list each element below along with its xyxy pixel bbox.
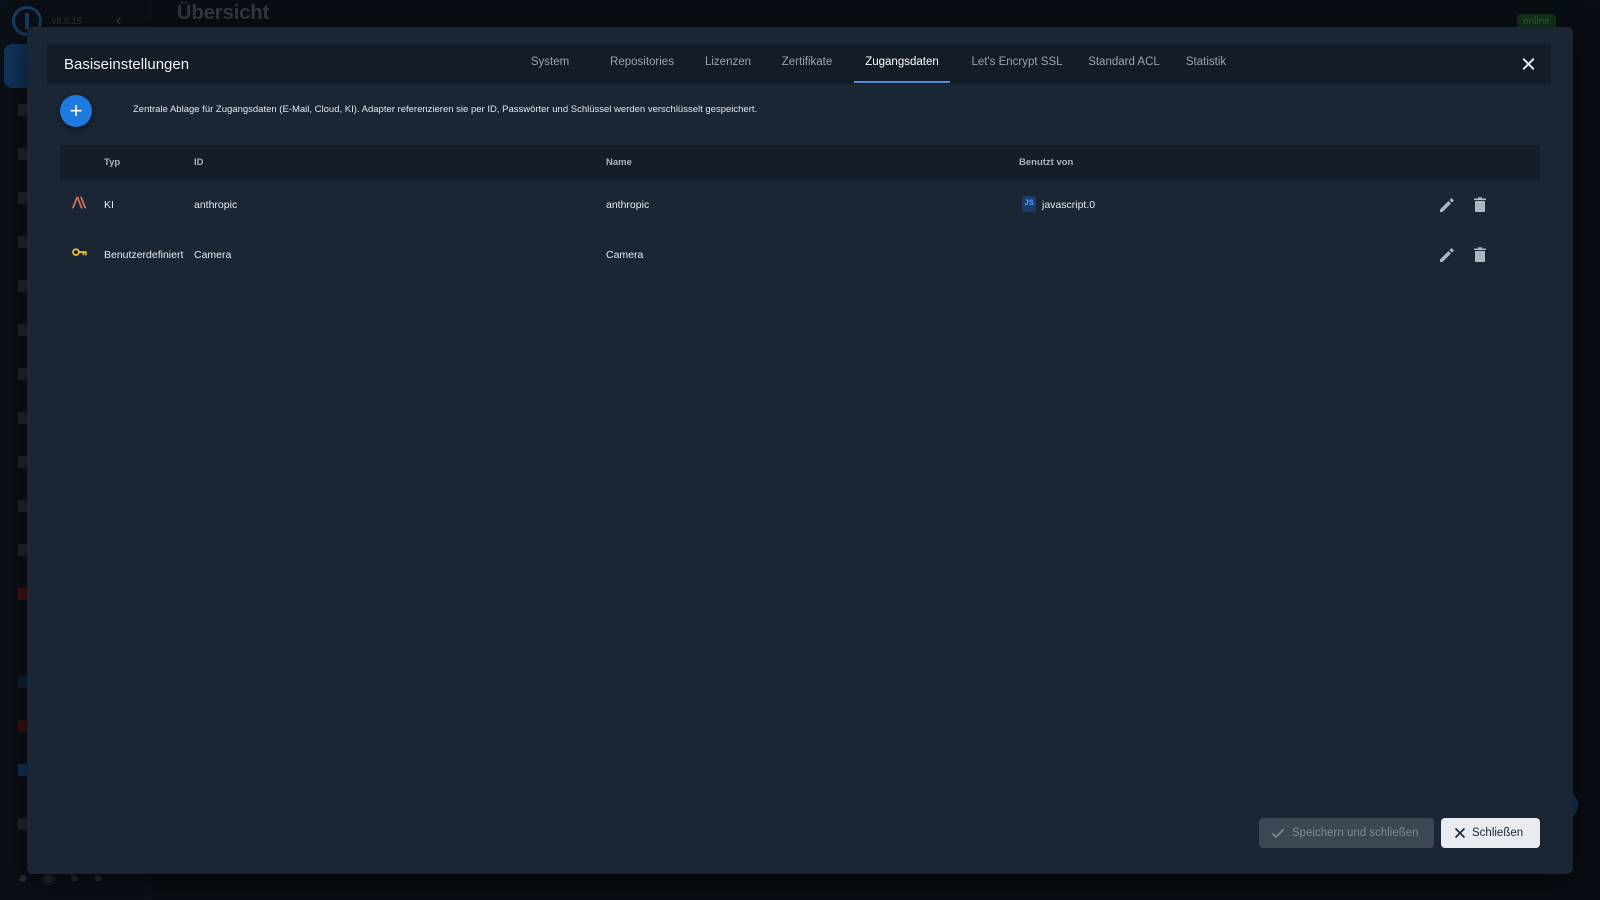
javascript-icon: JS <box>1022 196 1036 212</box>
close-button[interactable]: Schließen <box>1441 818 1540 848</box>
tab-standard-acl[interactable]: Standard ACL <box>1079 44 1169 81</box>
tab-zertifikate[interactable]: Zertifikate <box>767 44 847 81</box>
info-text: Zentrale Ablage für Zugangsdaten (E-Mail… <box>133 104 758 115</box>
save-and-close-button[interactable]: Speichern und schließen <box>1259 818 1434 848</box>
tab-statistik[interactable]: Statistik <box>1171 44 1241 81</box>
cell-name: Camera <box>606 249 644 261</box>
tab-zugangsdaten[interactable]: Zugangsdaten <box>854 44 950 83</box>
tab-bar: System Repositories Lizenzen Zertifikate… <box>47 44 1551 84</box>
check-icon <box>1271 828 1285 839</box>
close-icon[interactable] <box>1517 52 1541 76</box>
save-and-close-label: Speichern und schließen <box>1292 827 1419 839</box>
cell-id: Camera <box>194 249 232 261</box>
edit-icon[interactable] <box>1437 195 1457 215</box>
cell-type: KI <box>104 199 114 211</box>
cell-type: Benutzerdefiniert <box>104 249 184 261</box>
cell-used-by: javascript.0 <box>1042 199 1096 211</box>
table-row: Benutzerdefiniert Camera Camera <box>60 230 1540 280</box>
add-credential-button[interactable]: + <box>60 95 92 127</box>
tab-system[interactable]: System <box>514 44 586 81</box>
column-header-benutzt-von: Benutzt von <box>1019 157 1074 168</box>
tab-lizenzen[interactable]: Lizenzen <box>693 44 763 81</box>
dialog-header: Basiseinstellungen System Repositories L… <box>47 44 1551 84</box>
column-header-id: ID <box>194 157 204 168</box>
table-header: Typ ID Name Benutzt von <box>60 145 1540 180</box>
anthropic-icon <box>71 196 87 209</box>
key-icon <box>72 248 87 256</box>
edit-icon[interactable] <box>1437 245 1457 265</box>
cell-id: anthropic <box>194 199 238 211</box>
delete-icon[interactable] <box>1470 245 1490 265</box>
close-icon <box>1454 827 1466 839</box>
tab-lets-encrypt-ssl[interactable]: Let's Encrypt SSL <box>958 44 1076 81</box>
table-row: KI anthropic anthropic JS javascript.0 <box>60 180 1540 230</box>
tab-repositories[interactable]: Repositories <box>597 44 687 81</box>
close-label: Schließen <box>1472 827 1524 839</box>
cell-name: anthropic <box>606 199 650 211</box>
column-header-typ: Typ <box>104 157 121 168</box>
column-header-name: Name <box>606 157 632 168</box>
settings-dialog: Basiseinstellungen System Repositories L… <box>27 27 1573 874</box>
delete-icon[interactable] <box>1470 195 1490 215</box>
